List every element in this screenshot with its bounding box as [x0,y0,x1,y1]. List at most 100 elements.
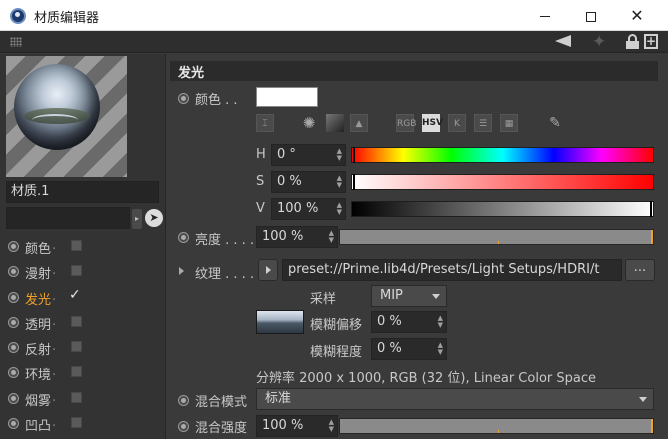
blur-offset-stepper-icon[interactable]: ▲ ▼ [438,315,443,329]
channel-dots: . [52,313,57,329]
close-button[interactable]: ✕ [614,0,660,31]
mix-strength-stepper-icon[interactable]: ▲ ▼ [329,419,334,433]
kelvin-mode-icon[interactable]: K [448,114,466,132]
channel-label[interactable]: 烟雾 [25,390,51,409]
color-keyframe-radio[interactable] [178,93,189,104]
channel-checkbox[interactable] [71,391,82,403]
star-icon[interactable]: ✦ [592,32,606,52]
hue-stepper-icon[interactable]: ▲ ▼ [337,148,342,162]
value-field[interactable]: 100 % ▲ ▼ [271,198,346,220]
mix-mode-keyframe-radio[interactable] [178,395,189,406]
hue-label: H [256,147,266,162]
checkmark-icon[interactable]: ✓ [69,287,81,303]
value-marker[interactable] [650,201,652,217]
brightness-stepper-icon[interactable]: ▲ ▼ [329,230,334,244]
grip-icon[interactable] [10,37,22,47]
blur-scale-label: 模糊程度 [310,345,363,360]
channel-item[interactable]: 发光. ✓ [8,287,158,312]
channel-label[interactable]: 环境 [25,364,51,383]
channel-keyframe-radio[interactable] [8,392,19,404]
channel-keyframe-radio[interactable] [8,418,19,430]
hsv-mode-icon[interactable]: HSV [422,114,443,132]
channel-keyframe-radio[interactable] [8,367,19,379]
pick-cursor-icon[interactable]: ➤ [145,209,163,227]
channel-keyframe-radio[interactable] [8,241,19,252]
channel-checkbox[interactable] [71,417,82,429]
mix-strength-slider[interactable] [339,418,654,434]
minimize-button[interactable] [522,0,568,31]
channel-item[interactable]: 透明. [8,312,158,337]
hue-marker[interactable] [353,147,355,163]
channel-checkbox[interactable] [71,341,82,353]
channel-item[interactable]: 颜色. [8,236,158,261]
channel-item[interactable]: 反射. [8,337,158,362]
image-picker-icon[interactable]: ▲ [350,114,368,132]
channel-item[interactable]: 漫射. [8,261,158,286]
channel-item[interactable]: 环境. [8,362,158,387]
blur-offset-field[interactable]: 0 % ▲ ▼ [371,311,447,333]
color-picker-mode-icon[interactable]: ⌶ [256,114,274,132]
material-name-field[interactable]: 材质.1 [6,181,159,203]
sampling-dropdown[interactable]: MIP [371,285,447,307]
value-gradient-bar[interactable] [351,201,654,217]
channel-label[interactable]: 颜色 [25,238,51,257]
mix-strength-keyframe-radio[interactable] [178,421,189,432]
mix-strength-slider-fill [340,419,653,433]
texture-thumbnail[interactable] [256,310,304,334]
channel-label[interactable]: 透明 [25,314,51,333]
material-secondary-field[interactable] [6,207,130,229]
saturation-stepper-icon[interactable]: ▲ ▼ [337,175,342,189]
channel-label[interactable]: 发光 [25,289,51,308]
channel-item[interactable]: 烟雾. [8,388,158,413]
channel-keyframe-radio[interactable] [8,316,19,328]
mixer-icon[interactable]: ☰ [474,114,492,132]
mix-strength-field[interactable]: 100 % ▲ ▼ [256,415,338,437]
channel-keyframe-radio[interactable] [8,291,19,303]
rgb-mode-icon[interactable]: RGB [396,114,416,132]
spectrum-icon[interactable] [326,114,344,132]
channel-label[interactable]: 反射 [25,339,51,358]
channel-checkbox[interactable] [71,366,82,378]
blur-scale-value: 0 % [377,341,402,356]
texture-path-field[interactable]: preset://Prime.lib4d/Presets/Light Setup… [282,259,622,281]
blur-scale-field[interactable]: 0 % ▲ ▼ [371,338,447,360]
lock-icon[interactable] [626,34,639,49]
blur-scale-stepper-icon[interactable]: ▲ ▼ [438,342,443,356]
brightness-field[interactable]: 100 % ▲ ▼ [256,226,338,248]
maximize-button[interactable] [568,0,614,31]
channel-dots: . [52,389,57,405]
vertical-scrollbar[interactable] [658,54,668,439]
value-stepper-icon[interactable]: ▲ ▼ [337,202,342,216]
channel-label[interactable]: 凹凸 [25,415,51,434]
eyedropper-icon[interactable]: ✎ [546,114,564,132]
saturation-field[interactable]: 0 % ▲ ▼ [271,171,346,193]
mix-mode-label: 混合模式 [195,395,248,410]
channel-checkbox[interactable] [71,240,82,251]
brightness-slider[interactable] [339,229,654,245]
hue-field[interactable]: 0 ° ▲ ▼ [271,144,346,166]
new-window-icon[interactable]: + [644,34,658,49]
maximize-icon [586,11,596,22]
texture-expand-icon[interactable] [179,267,184,275]
channel-checkbox[interactable] [71,315,82,327]
channel-item[interactable]: 凹凸. [8,413,158,438]
channel-keyframe-radio[interactable] [8,266,19,278]
texture-browse-button[interactable]: ... [625,259,655,281]
channel-checkbox[interactable] [71,265,82,277]
color-swatch[interactable] [256,87,318,107]
saturation-marker[interactable] [353,174,355,190]
brightness-keyframe-radio[interactable] [178,232,189,243]
toolbar: ✦ + [0,31,668,53]
expand-arrow-button[interactable]: ▸ [132,209,142,229]
hue-gradient-bar[interactable] [351,147,654,163]
swatches-icon[interactable]: ▦ [500,114,518,132]
brightness-label: 亮度 . . . . [195,233,255,248]
material-preview[interactable] [6,56,127,177]
color-wheel-icon[interactable]: ✺ [300,114,318,132]
texture-menu-button[interactable] [258,259,278,281]
channel-keyframe-radio[interactable] [8,342,19,354]
channel-label[interactable]: 漫射 [25,263,51,282]
saturation-gradient-bar[interactable] [351,174,654,190]
back-arrow-icon[interactable] [555,35,571,47]
mix-mode-dropdown[interactable]: 标准 [256,388,654,410]
